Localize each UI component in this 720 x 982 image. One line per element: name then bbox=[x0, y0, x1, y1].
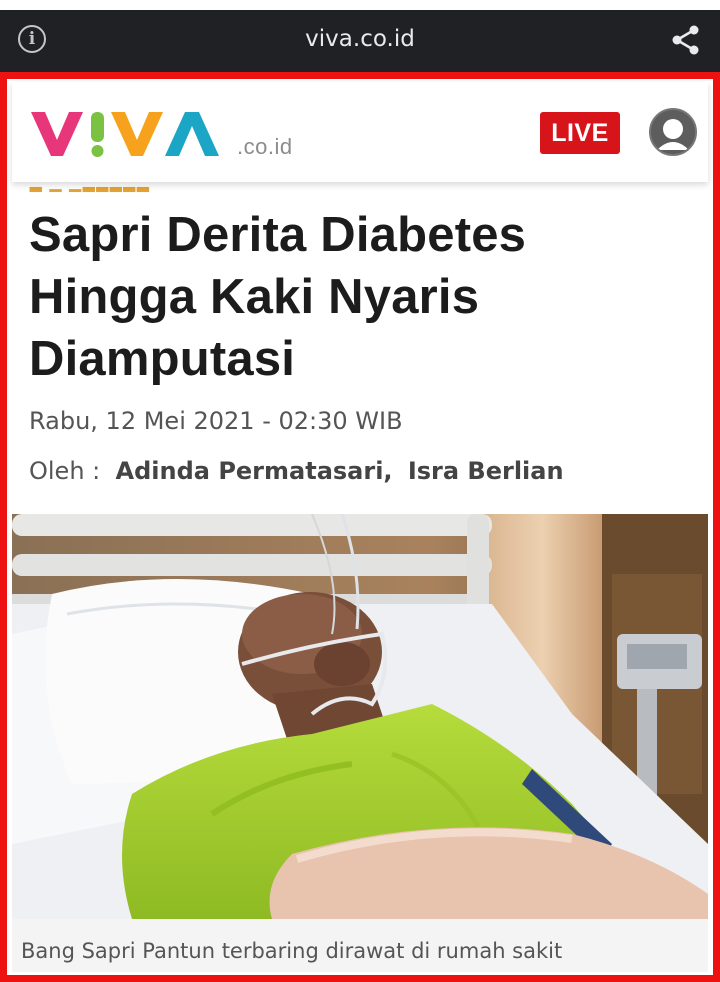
logo-domain-text: .co.id bbox=[237, 134, 293, 159]
title-line: Sapri Derita Diabetes bbox=[29, 208, 527, 262]
article-photo[interactable] bbox=[12, 514, 708, 919]
live-button[interactable]: LIVE bbox=[540, 112, 620, 154]
title-line: Diamputasi bbox=[29, 332, 296, 386]
byline: Oleh : Adinda Permatasari, Isra Berlian bbox=[29, 457, 564, 485]
viva-logo-icon bbox=[31, 112, 219, 157]
byline-label: Oleh : bbox=[29, 457, 101, 485]
photo-caption-area: Bang Sapri Pantun terbaring dirawat di r… bbox=[12, 919, 708, 972]
highlight-frame: .co.id LIVE ▂ ▁ ▁▂▂▂▂▂ Sapri Derita Diab… bbox=[0, 72, 720, 982]
user-avatar-icon[interactable] bbox=[649, 108, 697, 156]
site-logo[interactable]: .co.id bbox=[27, 104, 292, 166]
status-strip bbox=[0, 0, 720, 10]
article-title: Sapri Derita Diabetes Hingga Kaki Nyaris… bbox=[29, 204, 689, 390]
site-header: .co.id LIVE bbox=[12, 82, 708, 182]
publish-date: Rabu, 12 Mei 2021 - 02:30 WIB bbox=[29, 407, 403, 435]
author-link[interactable]: Isra Berlian bbox=[408, 457, 564, 485]
webpage: .co.id LIVE ▂ ▁ ▁▂▂▂▂▂ Sapri Derita Diab… bbox=[12, 82, 708, 972]
photo-caption: Bang Sapri Pantun terbaring dirawat di r… bbox=[21, 939, 563, 963]
author-link[interactable]: Adinda Permatasari, bbox=[116, 457, 393, 485]
title-line: Hingga Kaki Nyaris bbox=[29, 270, 480, 324]
url-text[interactable]: viva.co.id bbox=[0, 26, 720, 52]
browser-url-bar[interactable]: i viva.co.id bbox=[0, 10, 720, 72]
share-icon[interactable] bbox=[670, 24, 702, 56]
